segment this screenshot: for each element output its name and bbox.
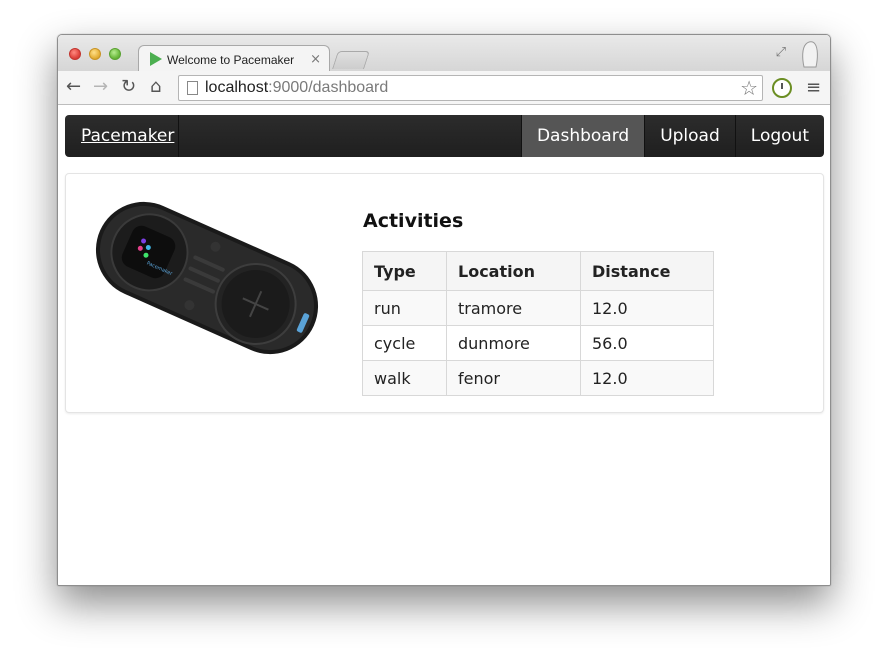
header-type: Type [362,251,447,291]
page-icon [187,81,198,95]
home-icon[interactable]: ⌂ [150,76,161,98]
brand-link[interactable]: Pacemaker [65,115,179,157]
table-header-row: Type Location Distance [362,251,714,291]
pacemaker-device-image: Pacemaker [95,201,319,355]
table-row: walk fenor 12.0 [362,360,714,396]
minimize-window-button[interactable] [89,48,101,60]
maximize-window-button[interactable] [109,48,121,60]
url-text[interactable]: localhost:9000/dashboard [205,79,388,97]
header-location: Location [446,251,581,291]
cell-type: walk [362,360,447,396]
address-bar[interactable]: localhost:9000/dashboard ☆ [178,75,763,101]
tab-close-icon[interactable]: × [310,52,321,67]
forward-icon[interactable]: → [93,76,108,98]
title-bar: Welcome to Pacemaker × ⤢ [58,35,830,73]
cell-type: run [362,290,447,326]
cell-distance: 56.0 [580,325,714,361]
menu-icon[interactable]: ≡ [806,77,821,98]
header-distance: Distance [580,251,714,291]
reload-icon[interactable]: ↻ [121,76,136,98]
cell-location: dunmore [446,325,581,361]
activities-table: Type Location Distance run tramore 12.0 … [362,251,714,396]
tab-active[interactable]: Welcome to Pacemaker × [138,45,330,73]
fullscreen-icon[interactable]: ⤢ [776,45,786,60]
cell-location: tramore [446,290,581,326]
new-tab-button[interactable] [332,51,370,69]
cell-distance: 12.0 [580,290,714,326]
profile-icon[interactable] [800,40,820,68]
table-row: cycle dunmore 56.0 [362,325,714,361]
nav-item-upload[interactable]: Upload [644,115,735,157]
tab-title: Welcome to Pacemaker [167,53,295,67]
back-icon[interactable]: ← [66,76,81,98]
close-window-button[interactable] [69,48,81,60]
clock-extension-icon[interactable] [772,78,792,98]
section-title: Activities [363,210,464,232]
url-path: :9000/dashboard [268,79,389,96]
page-viewport: Pacemaker Dashboard Upload Logout Pacema… [58,106,830,585]
browser-toolbar: ← → ↻ ⌂ localhost:9000/dashboard ☆ ≡ [58,71,830,105]
url-host: localhost [205,79,269,96]
site-navbar: Pacemaker Dashboard Upload Logout [65,115,824,157]
table-row: run tramore 12.0 [362,290,714,326]
cell-type: cycle [362,325,447,361]
play-favicon-icon [150,52,162,66]
dashboard-card: Pacemaker Activities Type Location Dista… [65,173,824,413]
nav-item-logout[interactable]: Logout [734,115,824,157]
star-icon[interactable]: ☆ [740,76,758,100]
browser-window: Welcome to Pacemaker × ⤢ ← → ↻ ⌂ localho… [57,34,831,586]
cell-distance: 12.0 [580,360,714,396]
nav-menu: Dashboard Upload Logout [520,115,824,157]
cell-location: fenor [446,360,581,396]
nav-item-dashboard[interactable]: Dashboard [520,115,645,157]
